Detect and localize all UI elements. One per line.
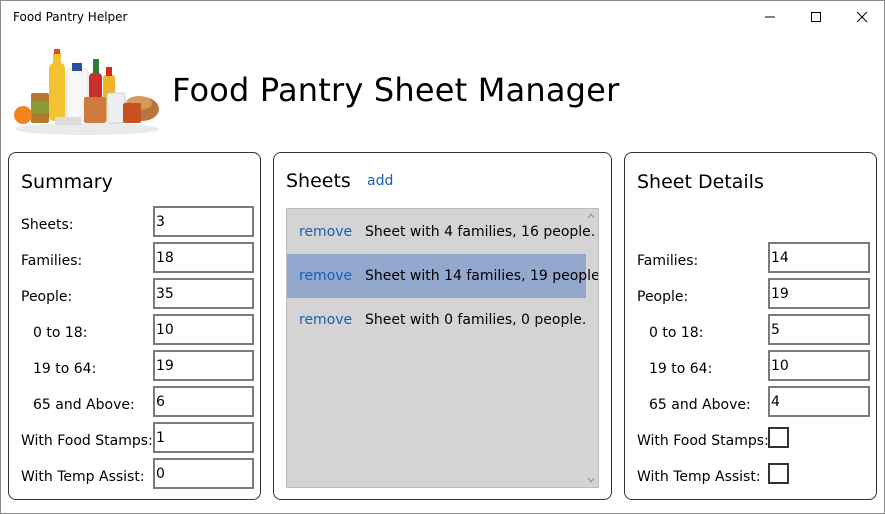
minimize-button[interactable]	[747, 1, 793, 32]
sheets-title: Sheets	[286, 170, 351, 192]
summary-age-65-above-field[interactable]	[153, 386, 254, 417]
close-button[interactable]	[839, 1, 885, 32]
title-bar[interactable]: Food Pantry Helper	[1, 1, 884, 32]
summary-people-field[interactable]	[153, 278, 254, 309]
details-people-label: People:	[637, 289, 689, 305]
sheet-item-text: Sheet with 0 families, 0 people.	[365, 312, 587, 328]
food-stamps-checkbox[interactable]	[768, 427, 789, 448]
sheet-item-text: Sheet with 14 families, 19 people.	[365, 268, 599, 284]
app-heading: Food Pantry Sheet Manager	[172, 71, 620, 109]
sheets-list[interactable]: remove Sheet with 4 families, 16 people.…	[286, 208, 599, 488]
remove-sheet-link[interactable]: remove	[299, 312, 352, 328]
summary-age-19-64-field[interactable]	[153, 350, 254, 381]
details-food-stamps-label: With Food Stamps:	[637, 433, 769, 449]
sheets-panel: Sheets add remove Sheet with 4 families,…	[273, 152, 612, 500]
sheet-list-item[interactable]: remove Sheet with 4 families, 16 people.	[287, 210, 595, 254]
summary-food-stamps-field[interactable]	[153, 422, 254, 453]
sheet-details-title: Sheet Details	[637, 171, 764, 193]
summary-sheets-field[interactable]	[153, 206, 254, 237]
remove-sheet-link[interactable]: remove	[299, 268, 352, 284]
summary-age-0-18-label: 0 to 18:	[33, 325, 88, 341]
summary-sheets-label: Sheets:	[21, 217, 74, 233]
summary-temp-assist-label: With Temp Assist:	[21, 469, 145, 485]
summary-age-65-above-label: 65 and Above:	[33, 397, 135, 413]
remove-sheet-link[interactable]: remove	[299, 224, 352, 240]
add-sheet-link[interactable]: add	[367, 173, 393, 189]
summary-title: Summary	[21, 171, 113, 193]
sheet-details-panel: Sheet Details Families: People: 0 to 18:…	[624, 152, 877, 500]
summary-age-0-18-field[interactable]	[153, 314, 254, 345]
details-people-field[interactable]	[768, 278, 870, 309]
app-window: Food Pantry Helper Food Pantry Sheet Man…	[0, 0, 885, 514]
summary-families-field[interactable]	[153, 242, 254, 273]
temp-assist-checkbox[interactable]	[768, 463, 789, 484]
details-families-field[interactable]	[768, 242, 870, 273]
minimize-icon	[765, 16, 775, 17]
details-age-0-18-field[interactable]	[768, 314, 870, 345]
details-age-0-18-label: 0 to 18:	[649, 325, 704, 341]
close-icon	[856, 11, 868, 22]
sheet-list-item[interactable]: remove Sheet with 0 families, 0 people.	[287, 298, 586, 342]
details-families-label: Families:	[637, 253, 699, 269]
summary-people-label: People:	[21, 289, 73, 305]
details-age-19-64-field[interactable]	[768, 350, 870, 381]
summary-families-label: Families:	[21, 253, 83, 269]
scroll-up-arrow-icon[interactable]	[586, 211, 596, 221]
food-products-image	[14, 49, 159, 135]
details-age-65-above-field[interactable]	[768, 386, 870, 417]
maximize-button[interactable]	[793, 1, 839, 32]
details-age-19-64-label: 19 to 64:	[649, 361, 713, 377]
sheet-list-item-selected[interactable]: remove Sheet with 14 families, 19 people…	[287, 254, 598, 298]
sheet-item-text: Sheet with 4 families, 16 people.	[365, 224, 596, 240]
window-title: Food Pantry Helper	[13, 10, 128, 24]
summary-panel: Summary Sheets: Families: People: 0 to 1…	[8, 152, 261, 500]
scroll-down-arrow-icon[interactable]	[586, 475, 596, 485]
details-age-65-above-label: 65 and Above:	[649, 397, 751, 413]
summary-age-19-64-label: 19 to 64:	[33, 361, 97, 377]
summary-temp-assist-field[interactable]	[153, 458, 254, 489]
maximize-icon	[811, 11, 821, 22]
details-temp-assist-label: With Temp Assist:	[637, 469, 761, 485]
summary-food-stamps-label: With Food Stamps:	[21, 433, 153, 449]
